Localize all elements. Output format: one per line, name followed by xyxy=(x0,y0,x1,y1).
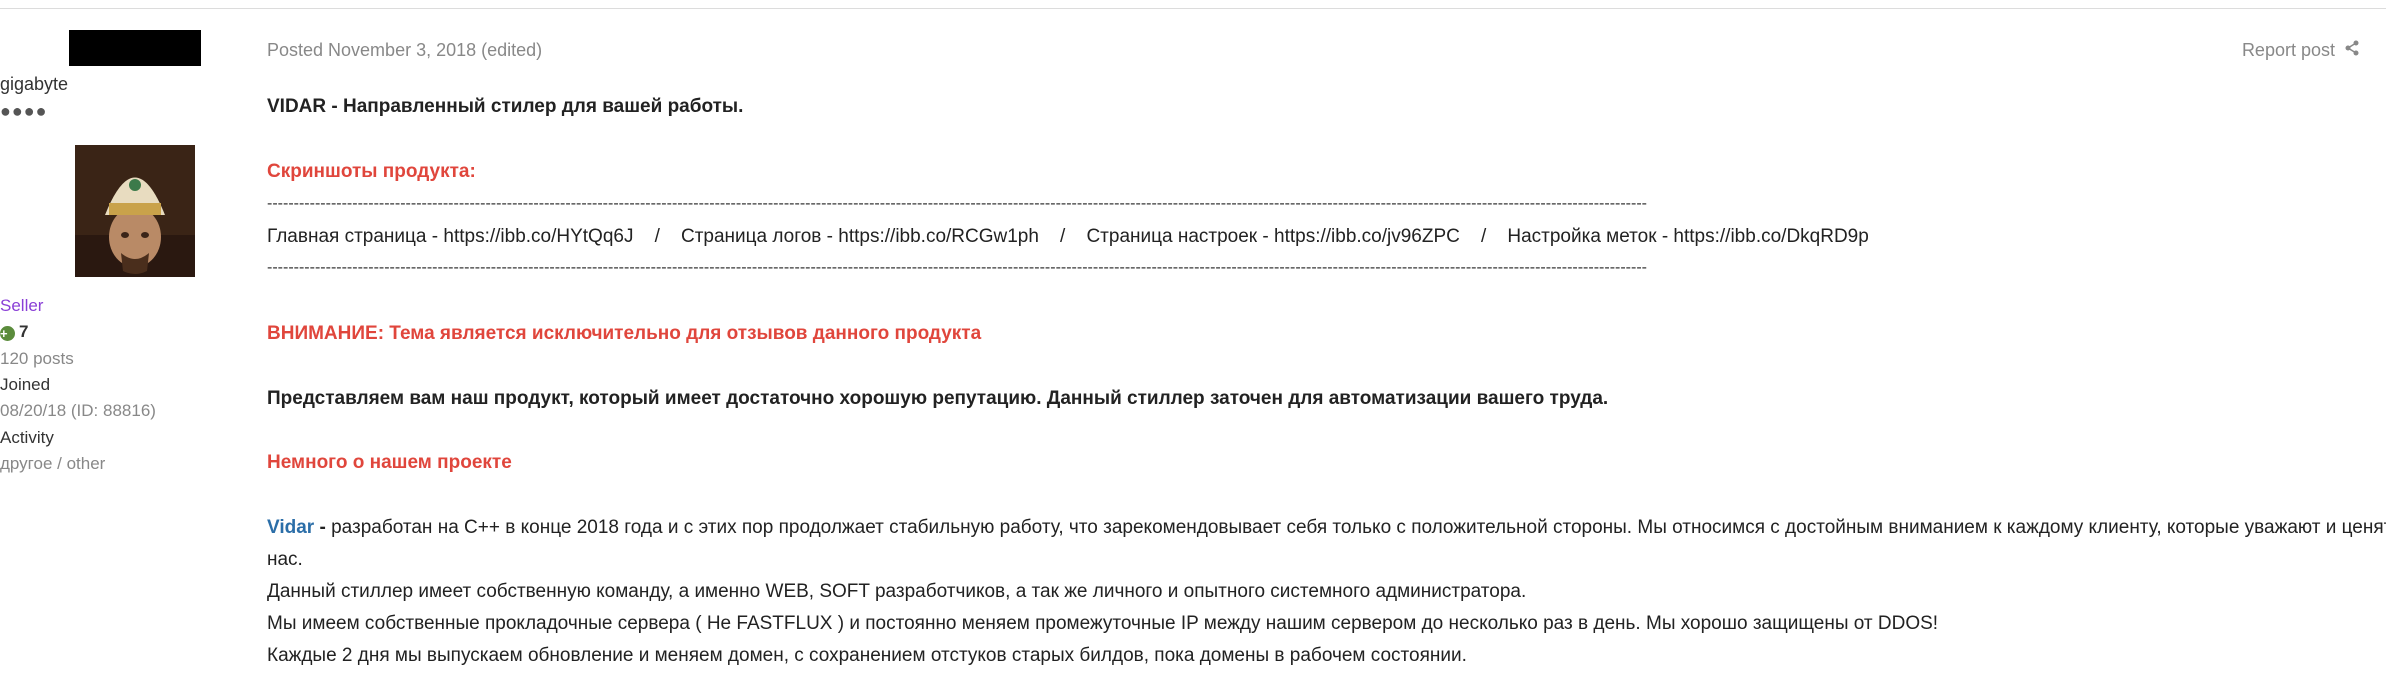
author-username[interactable]: gigabyte xyxy=(0,74,270,95)
activity-label: Activity xyxy=(0,428,54,447)
post-date[interactable]: Posted November 3, 2018 (edited) xyxy=(267,40,542,61)
screenshot-links[interactable]: Главная страница - https://ibb.co/HYtQq6… xyxy=(267,226,1869,248)
vidar-link[interactable]: Vidar xyxy=(267,517,314,538)
reputation: +7 xyxy=(0,322,270,342)
avatar[interactable] xyxy=(75,145,195,277)
rank-dots: ●●●● xyxy=(0,101,48,121)
paragraph-1-continuation: нас. xyxy=(267,549,303,570)
top-divider xyxy=(0,8,2386,9)
intro-text: Представляем вам наш продукт, который им… xyxy=(267,388,1609,409)
plus-circle-icon: + xyxy=(0,326,15,341)
joined-value: 08/20/18 (ID: 88816) xyxy=(0,401,156,420)
share-icon[interactable] xyxy=(2345,40,2359,61)
paragraph-3: Мы имеем собственные прокладочные сервер… xyxy=(267,613,1939,634)
paragraph-4: Каждые 2 дня мы выпускаем обновление и м… xyxy=(267,645,1467,666)
paragraph-2: Данный стиллер имеет собственную команду… xyxy=(267,581,1527,602)
screenshots-heading: Скриншоты продукта: xyxy=(267,161,476,182)
activity-value: другое / other xyxy=(0,454,106,473)
post-title: VIDAR - Направленный стилер для вашей ра… xyxy=(267,96,744,117)
joined-label: Joined xyxy=(0,375,51,394)
report-post-label[interactable]: Report post xyxy=(2242,40,2335,61)
warning-text: ВНИМАНИЕ: Тема является исключительно дл… xyxy=(267,323,982,344)
divider-bottom: ----------------------------------------… xyxy=(267,259,1647,276)
paragraph-vidar: Vidar - разработан на C++ в конце 2018 г… xyxy=(267,517,2386,539)
redacted-block xyxy=(69,30,201,66)
vidar-dash: - xyxy=(314,517,332,538)
reputation-count: 7 xyxy=(19,322,29,341)
post-count: 120 posts xyxy=(0,349,74,368)
avatar-image xyxy=(75,145,195,277)
report-post-button[interactable]: Report post xyxy=(2242,40,2359,61)
about-heading: Немного о нашем проекте xyxy=(267,452,512,473)
paragraph-1-text: разработан на C++ в конце 2018 года и с … xyxy=(331,517,2386,538)
author-group: Seller xyxy=(0,296,44,315)
divider-top: ----------------------------------------… xyxy=(267,195,1647,212)
